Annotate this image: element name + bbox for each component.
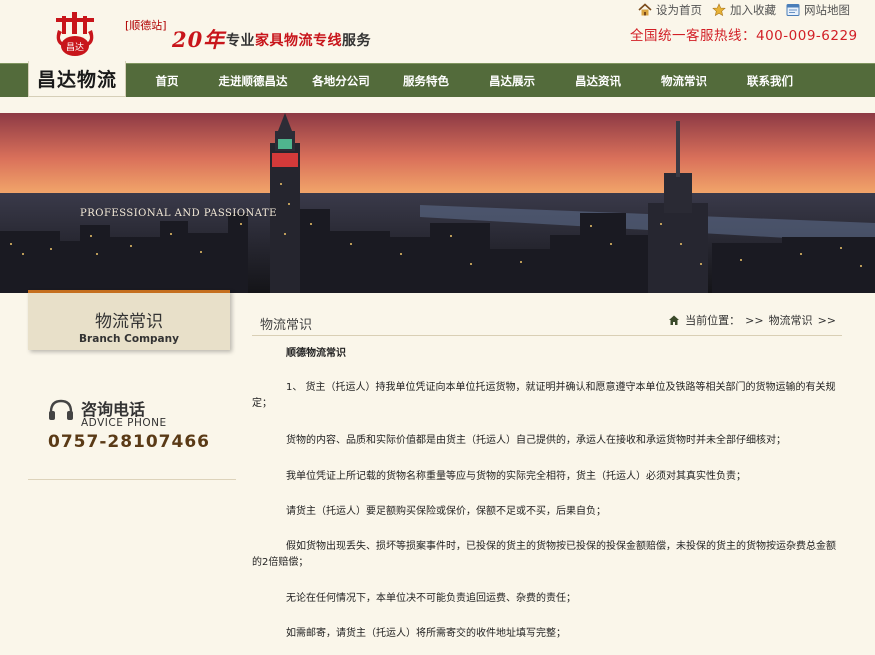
home-icon bbox=[638, 3, 652, 16]
top-links: 设为首页 加入收藏 网站地图 bbox=[638, 2, 850, 18]
breadcrumb-end: >> bbox=[817, 313, 836, 327]
nav-item-about[interactable]: 走进顺德昌达 bbox=[207, 73, 299, 89]
sitemap-icon bbox=[786, 4, 800, 16]
article-paragraph: 如需邮寄，请货主（托运人）将所需寄交的收件地址填写完整； bbox=[252, 626, 842, 642]
nav-item-knowledge[interactable]: 物流常识 bbox=[641, 73, 727, 89]
paragraph-text: 货物的内容、品质和实际价值都是由货主（托运人）自己提供的，承运人在接收和承运货物… bbox=[286, 435, 786, 446]
slogan-highlight: 家具物流专线 bbox=[255, 33, 342, 49]
banner-caption: PROFESSIONAL AND PASSIONATE bbox=[80, 208, 277, 219]
branch-tag: [顺德站] bbox=[125, 19, 167, 32]
breadcrumb: 当前位置： >> 物流常识 >> bbox=[668, 312, 836, 328]
sidebar-title-en: Branch Company bbox=[79, 333, 179, 345]
article-paragraph: 我单位凭证上所记载的货物名称重量等应与货物的实际完全相符，货主（托运人）必须对其… bbox=[252, 469, 842, 485]
sidebar-title-box: 物流常识 Branch Company bbox=[28, 290, 230, 350]
article-paragraph: 请货主（托运人）要足额购买保险或保价，保额不足或不买，后果自负； bbox=[252, 504, 842, 520]
add-favorite-label: 加入收藏 bbox=[730, 3, 776, 17]
paragraph-text: 如需邮寄，请货主（托运人）将所需寄交的收件地址填写完整； bbox=[286, 628, 566, 639]
slogan-prefix: 专业 bbox=[226, 33, 255, 49]
article-paragraph: 1、 货主（托运人）持我单位凭证向本单位托运货物，就证明并确认和愿意遵守本单位及… bbox=[252, 380, 842, 412]
nav-logo[interactable]: 昌达物流 bbox=[28, 61, 126, 97]
article-paragraph: 假如货物出现丢失、损坏等损案事件时，已投保的货主的货物按已投保的投保金额赔偿，未… bbox=[252, 539, 842, 571]
hotline: 全国统一客服热线：400-009-6229 bbox=[630, 28, 858, 44]
logo-badge-text: 昌达 bbox=[66, 41, 84, 53]
paragraph-text: 假如货物出现丢失、损坏等损案事件时，已投保的货主的货物按已投保的投保金额赔偿，未… bbox=[252, 541, 836, 568]
paragraph-text: 1、 货主（托运人）持我单位凭证向本单位托运货物，就证明并确认和愿意遵守本单位及… bbox=[252, 382, 836, 409]
headset-icon bbox=[49, 399, 73, 420]
sidebar-divider bbox=[28, 479, 236, 480]
home-icon bbox=[669, 315, 680, 325]
paragraph-text: 请货主（托运人）要足额购买保险或保价，保额不足或不买，后果自负； bbox=[286, 506, 606, 517]
nav-logo-text: 昌达物流 bbox=[36, 69, 117, 91]
breadcrumb-label: 当前位置： bbox=[685, 314, 741, 327]
set-homepage-label: 设为首页 bbox=[656, 3, 702, 17]
nav-item-contact[interactable]: 联系我们 bbox=[727, 73, 813, 89]
nav-item-home[interactable]: 首页 bbox=[127, 73, 207, 89]
slogan-suffix: 服务 bbox=[342, 33, 371, 49]
city-banner: PROFESSIONAL AND PASSIONATE bbox=[0, 113, 875, 293]
paragraph-text: 无论在任何情况下，本单位决不可能负责追回运费、杂费的责任； bbox=[286, 593, 576, 604]
nav-item-showcase[interactable]: 昌达展示 bbox=[469, 73, 555, 89]
sitemap-link[interactable]: 网站地图 bbox=[786, 2, 850, 18]
advice-phone-number: 0757-28107466 bbox=[48, 432, 210, 452]
article-title: 顺德物流常识 bbox=[286, 348, 346, 359]
article-paragraph: 无论在任何情况下，本单位决不可能负责追回运费、杂费的责任； bbox=[252, 591, 842, 607]
paragraph-text: 我单位凭证上所记载的货物名称重量等应与货物的实际完全相符，货主（托运人）必须对其… bbox=[286, 471, 746, 482]
city-skyline-image bbox=[0, 113, 875, 293]
main-nav: 首页 走进顺德昌达 各地分公司 服务特色 昌达展示 昌达资讯 物流常识 联系我们 bbox=[0, 63, 875, 97]
breadcrumb-current-link[interactable]: 物流常识 bbox=[769, 312, 813, 328]
star-icon bbox=[712, 3, 726, 17]
nav-item-branches[interactable]: 各地分公司 bbox=[299, 73, 383, 89]
slogan: 专业家具物流专线服务 bbox=[226, 30, 371, 50]
section-title: 物流常识 bbox=[260, 318, 313, 333]
sitemap-label: 网站地图 bbox=[804, 3, 850, 17]
sidebar-title-cn: 物流常识 bbox=[95, 312, 163, 332]
years-badge: 20年 bbox=[172, 27, 226, 52]
breadcrumb-separator: >> bbox=[745, 313, 764, 327]
add-favorite-link[interactable]: 加入收藏 bbox=[712, 2, 776, 18]
nav-item-news[interactable]: 昌达资讯 bbox=[555, 73, 641, 89]
content-header: 物流常识 当前位置： >> 物流常识 >> bbox=[252, 310, 842, 336]
article-paragraph: 货物的内容、品质和实际价值都是由货主（托运人）自己提供的，承运人在接收和承运货物… bbox=[252, 433, 842, 449]
site-header: 昌达 [顺德站] 20年 专业家具物流专线服务 设为首页 加入收藏 网站地图 全… bbox=[0, 0, 875, 62]
logo-icon[interactable]: 昌达 bbox=[54, 12, 96, 60]
advice-title-en: ADVICE PHONE bbox=[81, 417, 167, 429]
set-homepage-link[interactable]: 设为首页 bbox=[638, 2, 702, 18]
nav-item-services[interactable]: 服务特色 bbox=[383, 73, 469, 89]
nav-items: 首页 走进顺德昌达 各地分公司 服务特色 昌达展示 昌达资讯 物流常识 联系我们 bbox=[127, 64, 813, 98]
